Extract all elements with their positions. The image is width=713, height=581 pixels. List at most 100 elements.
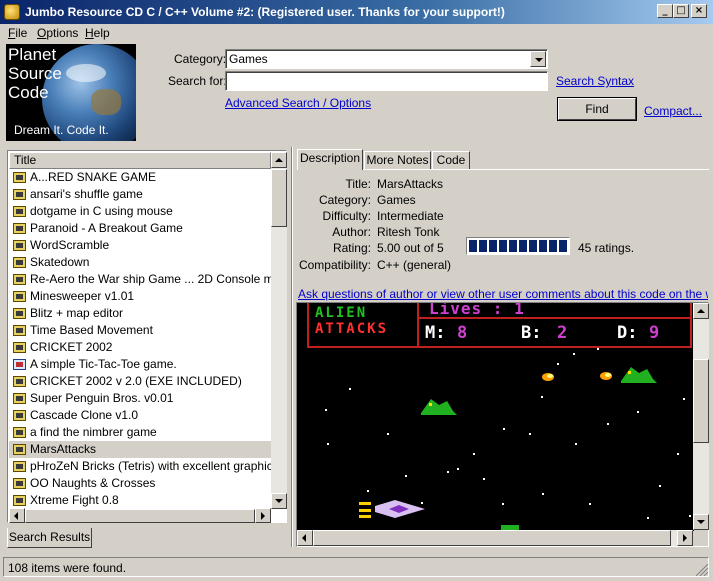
list-item[interactable]: Time Based Movement bbox=[9, 322, 271, 339]
title-value: MarsAttacks bbox=[377, 177, 444, 191]
menu-options[interactable]: Options bbox=[37, 26, 78, 40]
game-screenshot: Lives : 1 ALIEN ATTACKS M: 8 B: 2 D: 9 bbox=[297, 303, 694, 531]
tab-code[interactable]: Code bbox=[432, 151, 470, 170]
category-select[interactable]: Games bbox=[225, 49, 548, 69]
column-header-title[interactable]: Title bbox=[9, 152, 271, 169]
compact-link[interactable]: Compact... bbox=[644, 104, 702, 118]
list-item-label: dotgame in C using mouse bbox=[30, 204, 173, 218]
list-item[interactable]: Paranoid - A Breakout Game bbox=[9, 220, 271, 237]
screenshot-vscrollbar[interactable] bbox=[693, 303, 709, 530]
search-input[interactable] bbox=[225, 71, 548, 91]
list-item-label: a find the nimbrer game bbox=[30, 425, 157, 439]
star bbox=[637, 411, 639, 413]
star bbox=[607, 423, 609, 425]
list-item[interactable]: MarsAttacks bbox=[9, 441, 271, 458]
search-for-label: Search for: bbox=[168, 74, 227, 88]
code-file-icon bbox=[13, 274, 26, 285]
list-item[interactable]: pHroZeN Bricks (Tetris) with excellent g… bbox=[9, 458, 271, 475]
list-item-label: A simple Tic-Tac-Toe game. bbox=[30, 357, 177, 371]
code-file-icon bbox=[13, 359, 26, 370]
scroll-down-icon[interactable] bbox=[271, 493, 287, 509]
list-item[interactable]: Minesweeper v1.01 bbox=[9, 288, 271, 305]
star bbox=[542, 493, 544, 495]
results-rows: A...RED SNAKE GAME ansari's shuffle game d… bbox=[9, 169, 271, 509]
list-item[interactable]: Cascade Clone v1.0 bbox=[9, 407, 271, 424]
scroll-up-icon[interactable] bbox=[271, 152, 287, 168]
list-item[interactable]: A...RED SNAKE GAME bbox=[9, 169, 271, 186]
list-item[interactable]: CRICKET 2002 v 2.0 (EXE INCLUDED) bbox=[9, 373, 271, 390]
compatibility-value: C++ (general) bbox=[377, 258, 452, 272]
menu-file[interactable]: File bbox=[8, 26, 27, 40]
scroll-left-icon[interactable] bbox=[9, 508, 25, 523]
list-item-label: ansari's shuffle game bbox=[30, 187, 143, 201]
category-field-value: Games bbox=[377, 193, 416, 207]
scroll-left-icon[interactable] bbox=[297, 530, 313, 546]
difficulty-label: Difficulty: bbox=[322, 209, 371, 223]
close-button[interactable]: × bbox=[691, 4, 707, 18]
list-item[interactable]: A simple Tic-Tac-Toe game. bbox=[9, 356, 271, 373]
list-item[interactable]: Super Penguin Bros. v0.01 bbox=[9, 390, 271, 407]
code-file-icon bbox=[13, 444, 26, 455]
search-syntax-link[interactable]: Search Syntax bbox=[556, 74, 634, 88]
list-item[interactable]: Blitz + map editor bbox=[9, 305, 271, 322]
results-hscrollbar[interactable] bbox=[9, 508, 271, 523]
star bbox=[541, 396, 543, 398]
scroll-right-icon[interactable] bbox=[677, 530, 693, 546]
comments-link[interactable]: Ask questions of author or view other us… bbox=[298, 287, 708, 301]
code-file-icon bbox=[13, 342, 26, 353]
fireball-icon bbox=[600, 372, 612, 380]
hscroll-thumb[interactable] bbox=[25, 509, 255, 523]
list-item[interactable]: a find the nimbrer game bbox=[9, 424, 271, 441]
list-item-label: Time Based Movement bbox=[30, 323, 153, 337]
minimize-button[interactable]: _ bbox=[657, 4, 673, 18]
star bbox=[573, 353, 575, 355]
rating-label: Rating: bbox=[332, 241, 371, 255]
list-item[interactable]: CRICKET 2002 bbox=[9, 339, 271, 356]
list-item-label: Re-Aero the War ship Game ... 2D Console… bbox=[30, 272, 271, 286]
advanced-search-link[interactable]: Advanced Search / Options bbox=[225, 96, 371, 110]
star bbox=[405, 475, 407, 477]
resize-grip-icon[interactable] bbox=[693, 562, 709, 577]
menu-help[interactable]: Help bbox=[85, 26, 110, 40]
star bbox=[683, 398, 685, 400]
list-item[interactable]: OO Naughts & Crosses bbox=[9, 475, 271, 492]
title-bar[interactable]: Jumbo Resource CD C / C++ Volume #2: (Re… bbox=[0, 0, 713, 24]
list-item[interactable]: dotgame in C using mouse bbox=[9, 203, 271, 220]
scroll-down-icon[interactable] bbox=[693, 514, 709, 530]
code-file-icon bbox=[13, 189, 26, 200]
star bbox=[529, 433, 531, 435]
tab-search-results[interactable]: Search Results bbox=[7, 528, 92, 548]
list-item[interactable]: Xtreme Fight 0.8 bbox=[9, 492, 271, 509]
code-file-icon bbox=[13, 410, 26, 421]
code-file-icon bbox=[13, 223, 26, 234]
screenshot-hscroll-thumb[interactable] bbox=[313, 530, 671, 546]
list-item-label: MarsAttacks bbox=[30, 442, 97, 456]
tab-more-notes[interactable]: More Notes bbox=[364, 151, 431, 170]
list-item[interactable]: ansari's shuffle game bbox=[9, 186, 271, 203]
list-item-label: CRICKET 2002 bbox=[30, 340, 113, 354]
scroll-up-icon[interactable] bbox=[693, 303, 709, 319]
maximize-button[interactable]: □ bbox=[673, 4, 689, 18]
logo-tagline: Dream It. Code It. bbox=[14, 123, 109, 137]
planet-source-code-logo[interactable]: Planet Source Code Dream It. Code It. bbox=[6, 44, 136, 141]
chevron-down-icon[interactable] bbox=[530, 51, 546, 67]
list-item[interactable]: Re-Aero the War ship Game ... 2D Console… bbox=[9, 271, 271, 288]
find-button[interactable]: Find bbox=[558, 98, 636, 120]
star bbox=[349, 388, 351, 390]
code-file-icon bbox=[13, 427, 26, 438]
star bbox=[597, 348, 599, 350]
screenshot-hscrollbar[interactable] bbox=[297, 530, 693, 546]
list-item[interactable]: Skatedown bbox=[9, 254, 271, 271]
star bbox=[575, 443, 577, 445]
author-label: Author: bbox=[332, 225, 371, 239]
code-file-icon bbox=[13, 325, 26, 336]
list-item[interactable]: WordScramble bbox=[9, 237, 271, 254]
star bbox=[457, 468, 459, 470]
scroll-right-icon[interactable] bbox=[255, 508, 271, 523]
logo-line-2: Source bbox=[8, 64, 62, 83]
tab-description[interactable]: Description bbox=[297, 149, 363, 170]
results-list[interactable]: Title A...RED SNAKE GAME ansari's shuffle… bbox=[7, 150, 287, 523]
code-file-icon bbox=[13, 461, 26, 472]
screenshot-scroll-thumb[interactable] bbox=[693, 359, 709, 443]
fireball-icon bbox=[542, 373, 554, 381]
